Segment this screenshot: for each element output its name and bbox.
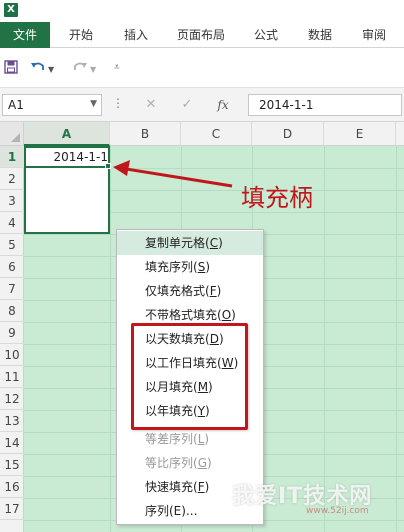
undo-dropdown-icon[interactable]: ▼ <box>48 62 54 78</box>
row-header[interactable]: 7 <box>0 278 24 300</box>
tab-file[interactable]: 文件 <box>0 22 50 48</box>
row-header[interactable]: 17 <box>0 498 24 520</box>
tab-insert[interactable]: 插入 <box>112 22 160 48</box>
row-header[interactable]: 8 <box>0 300 24 322</box>
title-bar: X <box>0 0 404 22</box>
redo-icon <box>72 60 88 76</box>
row-header[interactable]: 5 <box>0 234 24 256</box>
row-header[interactable]: 2 <box>0 168 24 190</box>
tab-home[interactable]: 开始 <box>56 22 106 48</box>
column-header-a[interactable]: A <box>24 122 110 146</box>
redo-dropdown-icon: ▼ <box>90 65 97 74</box>
column-header-b[interactable]: B <box>110 122 181 146</box>
row-header[interactable]: 4 <box>0 212 24 234</box>
name-box-value: A1 <box>8 98 24 112</box>
formula-bar-grip-icon[interactable]: ⋮ <box>112 96 124 110</box>
active-cell-border <box>24 146 110 168</box>
annotation-highlight-box <box>131 323 248 430</box>
name-box-dropdown-icon[interactable]: ▼ <box>90 99 97 109</box>
formula-input[interactable]: 2014-1-1 <box>248 94 402 116</box>
column-header-c[interactable]: C <box>181 122 252 146</box>
row-header[interactable]: 16 <box>0 476 24 498</box>
grid-line <box>396 122 397 532</box>
undo-icon[interactable] <box>30 60 46 76</box>
row-header[interactable]: 3 <box>0 190 24 212</box>
ribbon-tabs: 文件 开始 插入 页面布局 公式 数据 审阅 <box>0 22 404 48</box>
formula-bar-buttons: ✕ ✓ fx <box>132 94 244 116</box>
watermark-url: www.52ij.com <box>306 506 369 516</box>
column-header-d[interactable]: D <box>252 122 324 146</box>
tab-page-layout[interactable]: 页面布局 <box>166 22 236 48</box>
row-header[interactable]: 9 <box>0 322 24 344</box>
grid-line <box>324 122 325 532</box>
row-header[interactable]: 15 <box>0 454 24 476</box>
confirm-entry-icon[interactable]: ✓ <box>172 94 202 116</box>
tab-data[interactable]: 数据 <box>296 22 344 48</box>
insert-function-icon[interactable]: fx <box>208 94 238 116</box>
select-all-triangle-icon <box>11 133 20 142</box>
grid-line <box>110 122 111 532</box>
fill-handle[interactable] <box>105 163 111 169</box>
menu-item-fill-formatting-only[interactable]: 仅填充格式(F) <box>117 279 263 303</box>
tab-review[interactable]: 审阅 <box>350 22 398 48</box>
row-headers: 1 2 3 4 5 6 7 8 9 10 11 12 13 14 15 16 1… <box>0 146 24 532</box>
row-header[interactable]: 14 <box>0 432 24 454</box>
menu-item-fill-series[interactable]: 填充序列(S) <box>117 255 263 279</box>
menu-item-growth-trend: 等比序列(G) <box>145 456 212 470</box>
quick-access-toolbar: ▼ ▼ ⩡ <box>0 48 404 88</box>
annotation-label: 填充柄 <box>241 184 313 212</box>
column-header-e[interactable]: E <box>324 122 396 146</box>
cancel-entry-icon[interactable]: ✕ <box>136 94 166 116</box>
excel-app-icon[interactable]: X <box>4 3 18 17</box>
row-header[interactable]: 11 <box>0 366 24 388</box>
save-icon[interactable] <box>4 60 18 76</box>
row-header[interactable]: 10 <box>0 344 24 366</box>
customize-qat-icon[interactable]: ⩡ <box>114 60 120 76</box>
menu-item-linear-trend: 等差序列(L) <box>145 432 210 446</box>
menu-item-copy-cells[interactable]: 复制单元格(C) <box>117 231 263 255</box>
select-all-corner[interactable] <box>0 122 24 146</box>
watermark: 我爱IT技术网 www.52ij.com <box>232 476 402 520</box>
column-headers: A B C D E <box>24 122 404 146</box>
row-header[interactable]: 12 <box>0 388 24 410</box>
row-header[interactable]: 1 <box>0 146 24 168</box>
formula-bar: A1 ▼ ⋮ ✕ ✓ fx 2014-1-1 <box>0 88 404 122</box>
tab-formulas[interactable]: 公式 <box>242 22 290 48</box>
row-header[interactable]: 13 <box>0 410 24 432</box>
row-header[interactable]: 6 <box>0 256 24 278</box>
name-box[interactable]: A1 ▼ <box>2 94 102 116</box>
